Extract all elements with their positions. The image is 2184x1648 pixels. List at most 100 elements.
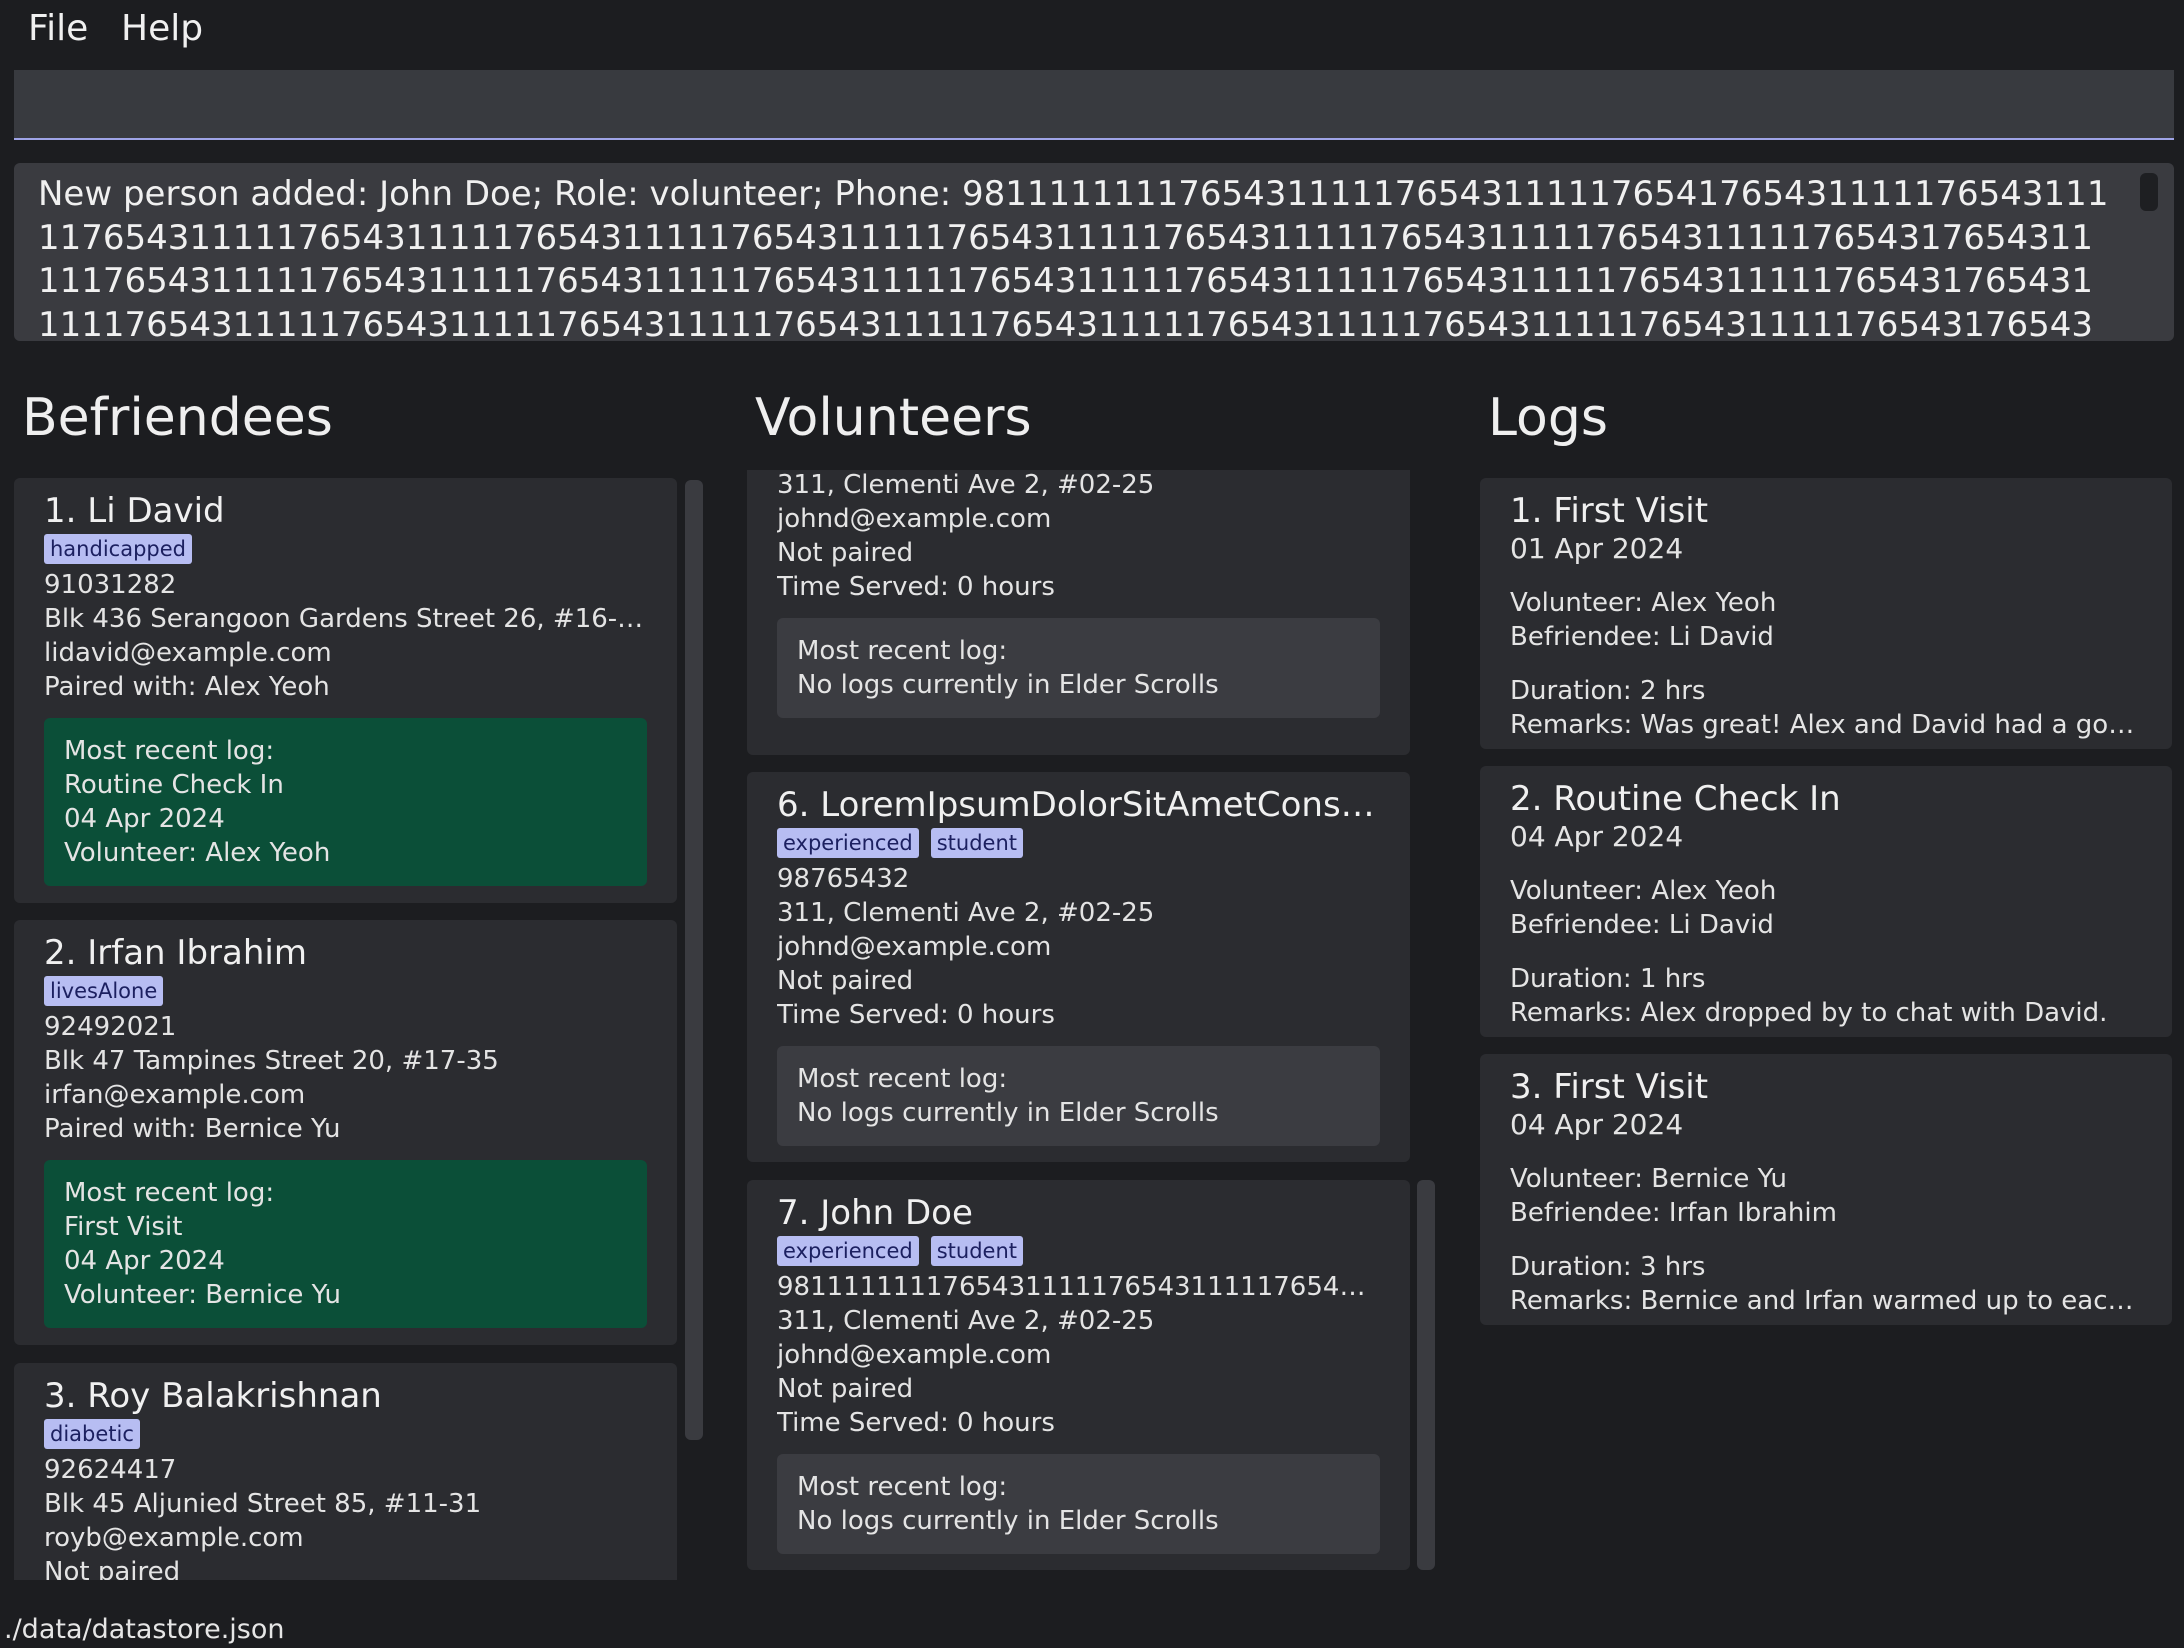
log-card[interactable]: 1. First Visit 01 Apr 2024 Volunteer: Al… (1480, 478, 2172, 749)
log-befriendee: Befriendee: Li David (1510, 910, 1774, 940)
log-volunteer: Volunteer: Bernice Yu (1510, 1164, 1787, 1194)
befriendee-name: 3. Roy Balakrishnan (44, 1376, 382, 1416)
recent-log-date: 04 Apr 2024 (64, 1246, 225, 1276)
recent-log-heading: Most recent log: (797, 1472, 1008, 1502)
tag: diabetic (44, 1419, 140, 1449)
recent-log-box: Most recent log: First Visit 04 Apr 2024… (44, 1160, 647, 1328)
volunteer-paired: Not paired (777, 538, 914, 568)
result-message: New person added: John Doe; Role: volunt… (38, 174, 2109, 341)
recent-log-text: No logs currently in Elder Scrolls (797, 1098, 1219, 1128)
befriendee-paired: Not paired (44, 1557, 181, 1580)
log-remarks: Remarks: Alex dropped by to chat with Da… (1510, 998, 2108, 1028)
befriendee-email: royb@example.com (44, 1523, 304, 1553)
result-display: New person added: John Doe; Role: volunt… (14, 163, 2174, 341)
befriendee-email: lidavid@example.com (44, 638, 332, 668)
menu-help[interactable]: Help (121, 8, 203, 49)
volunteer-address: 311, Clementi Ave 2, #02-25 (777, 470, 1155, 500)
volunteer-time-served: Time Served: 0 hours (777, 1000, 1055, 1030)
log-volunteer: Volunteer: Alex Yeoh (1510, 876, 1777, 906)
log-list: 1. First Visit 01 Apr 2024 Volunteer: Al… (1480, 478, 2172, 1338)
befriendee-scrollbar[interactable] (685, 480, 703, 1440)
volunteer-paired: Not paired (777, 966, 914, 996)
befriendee-card[interactable]: 1. Li David handicapped 91031282 Blk 436… (14, 478, 677, 903)
log-card[interactable]: 2. Routine Check In 04 Apr 2024 Voluntee… (1480, 766, 2172, 1037)
volunteer-scrollbar[interactable] (1417, 1180, 1435, 1570)
tag: student (930, 828, 1024, 858)
log-date: 01 Apr 2024 (1510, 532, 1684, 565)
tag: experienced (777, 1236, 919, 1266)
volunteer-paired: Not paired (777, 1374, 914, 1404)
volunteer-card[interactable]: 6. LoremIpsumDolorSitAmetConsecteturAd..… (747, 772, 1410, 1162)
volunteer-address: 311, Clementi Ave 2, #02-25 (777, 898, 1155, 928)
tag: livesAlone (44, 976, 164, 1006)
volunteer-list: 98765432 311, Clementi Ave 2, #02-25 joh… (747, 470, 1410, 1580)
volunteer-time-served: Time Served: 0 hours (777, 572, 1055, 602)
tag: student (930, 1236, 1024, 1266)
log-title: 3. First Visit (1510, 1067, 1709, 1107)
log-volunteer: Volunteer: Alex Yeoh (1510, 588, 1777, 618)
volunteer-name: 6. LoremIpsumDolorSitAmetConsecteturAd..… (777, 785, 1380, 825)
volunteer-phone: 98765432 (777, 864, 910, 894)
status-bar-path: ./data/datastore.json (4, 1614, 285, 1645)
recent-log-title: Routine Check In (64, 770, 284, 800)
recent-log-heading: Most recent log: (64, 1178, 275, 1208)
befriendee-name: 1. Li David (44, 491, 225, 531)
befriendees-title: Befriendees (22, 388, 333, 448)
log-title: 1. First Visit (1510, 491, 1709, 531)
log-befriendee: Befriendee: Li David (1510, 622, 1774, 652)
volunteer-name: 7. John Doe (777, 1193, 973, 1233)
befriendee-paired: Paired with: Bernice Yu (44, 1114, 341, 1144)
befriendee-card[interactable]: 3. Roy Balakrishnan diabetic 92624417 Bl… (14, 1363, 677, 1580)
volunteer-phone: 9811111111765431111176543111117654176543… (777, 1272, 1380, 1302)
recent-log-heading: Most recent log: (797, 1064, 1008, 1094)
recent-log-box: Most recent log: No logs currently in El… (777, 618, 1380, 718)
log-befriendee: Befriendee: Irfan Ibrahim (1510, 1198, 1837, 1228)
volunteer-card[interactable]: 7. John Doe experienced student 981111111… (747, 1180, 1410, 1570)
command-input[interactable] (14, 70, 2174, 140)
recent-log-heading: Most recent log: (797, 636, 1008, 666)
befriendee-phone: 92624417 (44, 1455, 177, 1485)
log-date: 04 Apr 2024 (1510, 1108, 1684, 1141)
log-title: 2. Routine Check In (1510, 779, 1841, 819)
tag: handicapped (44, 534, 192, 564)
log-duration: Duration: 2 hrs (1510, 676, 1706, 706)
befriendee-address: Blk 47 Tampines Street 20, #17-35 (44, 1046, 499, 1076)
befriendee-list: 1. Li David handicapped 91031282 Blk 436… (14, 478, 677, 1580)
recent-log-title: First Visit (64, 1212, 183, 1242)
recent-log-heading: Most recent log: (64, 736, 275, 766)
result-scrollbar-thumb[interactable] (2140, 173, 2158, 211)
recent-log-date: 04 Apr 2024 (64, 804, 225, 834)
recent-log-box: Most recent log: No logs currently in El… (777, 1046, 1380, 1146)
log-remarks: Remarks: Was great! Alex and David had a… (1510, 710, 2142, 740)
menu-file[interactable]: File (28, 8, 88, 49)
recent-log-box: Most recent log: No logs currently in El… (777, 1454, 1380, 1554)
volunteer-card[interactable]: 98765432 311, Clementi Ave 2, #02-25 joh… (747, 470, 1410, 755)
befriendee-address: Blk 436 Serangoon Gardens Street 26, #16… (44, 604, 647, 634)
volunteer-email: johnd@example.com (777, 932, 1052, 962)
log-duration: Duration: 1 hrs (1510, 964, 1706, 994)
log-remarks: Remarks: Bernice and Irfan warmed up to … (1510, 1286, 2142, 1316)
log-card[interactable]: 3. First Visit 04 Apr 2024 Volunteer: Be… (1480, 1054, 2172, 1325)
volunteer-email: johnd@example.com (777, 1340, 1052, 1370)
recent-log-box: Most recent log: Routine Check In 04 Apr… (44, 718, 647, 886)
volunteer-address: 311, Clementi Ave 2, #02-25 (777, 1306, 1155, 1336)
recent-log-text: No logs currently in Elder Scrolls (797, 670, 1219, 700)
befriendee-email: irfan@example.com (44, 1080, 306, 1110)
log-duration: Duration: 3 hrs (1510, 1252, 1706, 1282)
befriendee-name: 2. Irfan Ibrahim (44, 933, 307, 973)
volunteer-email: johnd@example.com (777, 504, 1052, 534)
volunteers-title: Volunteers (755, 388, 1032, 448)
menu-bar: File Help (0, 0, 2184, 58)
befriendee-phone: 91031282 (44, 570, 177, 600)
log-date: 04 Apr 2024 (1510, 820, 1684, 853)
befriendee-card[interactable]: 2. Irfan Ibrahim livesAlone 92492021 Blk… (14, 920, 677, 1345)
logs-title: Logs (1488, 388, 1608, 448)
befriendee-paired: Paired with: Alex Yeoh (44, 672, 330, 702)
tag: experienced (777, 828, 919, 858)
volunteer-time-served: Time Served: 0 hours (777, 1408, 1055, 1438)
recent-log-volunteer: Volunteer: Bernice Yu (64, 1280, 341, 1310)
recent-log-text: No logs currently in Elder Scrolls (797, 1506, 1219, 1536)
befriendee-phone: 92492021 (44, 1012, 177, 1042)
recent-log-volunteer: Volunteer: Alex Yeoh (64, 838, 331, 868)
befriendee-address: Blk 45 Aljunied Street 85, #11-31 (44, 1489, 482, 1519)
